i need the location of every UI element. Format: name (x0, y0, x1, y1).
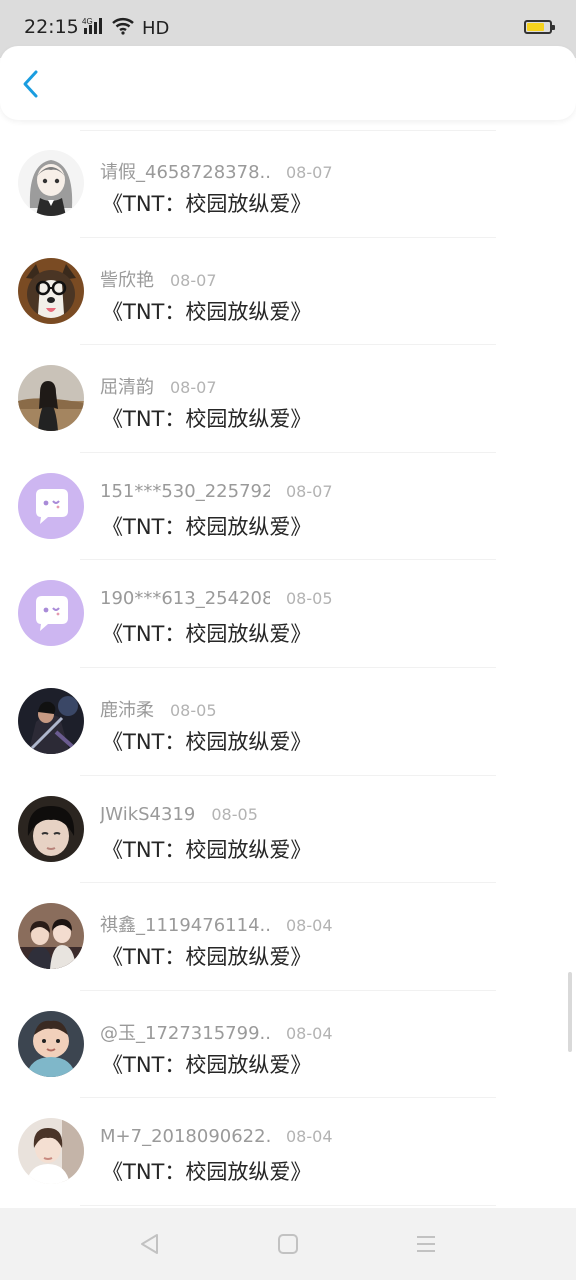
list-item[interactable]: 151***530_225792... 08-07 《TNT：校园放纵爱》 (0, 453, 576, 561)
list-item[interactable]: 訾欣艳 08-07 《TNT：校园放纵爱》 (0, 238, 576, 346)
user-name: JWikS4319 (100, 803, 196, 825)
item-date: 08-07 (286, 481, 333, 501)
nav-home-button[interactable] (274, 1230, 302, 1258)
avatar[interactable] (18, 150, 84, 216)
item-meta: @玉_1727315799... 08-04 (100, 1019, 333, 1045)
triangle-back-icon (141, 1234, 158, 1254)
book-title: 《TNT：校园放纵爱》 (102, 407, 312, 432)
square-home-icon (278, 1234, 298, 1254)
user-name: 请假_4658728378... (100, 162, 270, 183)
reader-list: 请假_4658728378... 08-07 《TNT：校园放纵爱》 訾欣艳 08-07… (0, 130, 576, 1206)
avatar[interactable] (18, 580, 84, 647)
item-date: 08-05 (211, 804, 258, 824)
network-label: 4G (82, 17, 93, 26)
navigation-bar (0, 1208, 576, 1280)
list-item[interactable]: 屈清韵 08-07 《TNT：校园放纵爱》 (0, 345, 576, 453)
list-item[interactable]: @玉_1727315799... 08-04 《TNT：校园放纵爱》 (0, 991, 576, 1099)
list-item[interactable]: 请假_4658728378... 08-07 《TNT：校园放纵爱》 (0, 130, 576, 238)
item-date: 08-04 (286, 1023, 333, 1043)
book-title: 《TNT：校园放纵爱》 (102, 622, 312, 647)
item-meta: 訾欣艳 08-07 (100, 266, 217, 292)
scrollbar[interactable] (568, 972, 572, 1052)
user-name: 151***530_225792... (100, 480, 270, 502)
battery-fill (527, 23, 544, 31)
user-name: 鹿沛柔 (100, 699, 154, 721)
avatar[interactable] (18, 795, 84, 862)
avatar[interactable] (18, 1010, 84, 1077)
status-time: 22:15 (24, 16, 79, 38)
chevron-left-icon (23, 70, 38, 98)
item-meta: 190***613_254208... 08-05 (100, 588, 333, 609)
list-item[interactable]: 190***613_254208... 08-05 《TNT：校园放纵爱》 (0, 560, 576, 668)
book-title: 《TNT：校园放纵爱》 (102, 945, 312, 970)
battery-icon (524, 20, 555, 34)
item-date: 08-05 (170, 700, 217, 720)
avatar[interactable] (18, 1118, 84, 1185)
list-item[interactable]: 鹿沛柔 08-05 《TNT：校园放纵爱》 (0, 668, 576, 776)
avatar[interactable] (18, 687, 84, 754)
back-button[interactable] (14, 64, 50, 104)
list-item[interactable]: M+7_2018090622... 08-04 《TNT：校园放纵爱》 (0, 1098, 576, 1206)
list-item[interactable]: JWikS4319 08-05 《TNT：校园放纵爱》 (0, 776, 576, 884)
item-date: 08-05 (286, 589, 333, 609)
item-date: 08-04 (286, 1127, 333, 1147)
user-name: @玉_1727315799... (100, 1022, 270, 1044)
book-title: 《TNT：校园放纵爱》 (102, 192, 312, 216)
header (0, 46, 576, 120)
avatar[interactable] (18, 903, 84, 970)
book-title: 《TNT：校园放纵爱》 (102, 514, 312, 539)
user-name: 屈清韵 (100, 377, 154, 399)
book-title: 《TNT：校园放纵爱》 (102, 729, 312, 754)
item-date: 08-07 (170, 378, 217, 398)
user-name: 祺鑫_1119476114... (100, 915, 270, 937)
hd-label: HD (142, 17, 170, 39)
book-title: 《TNT：校园放纵爱》 (102, 299, 312, 324)
list-item[interactable]: 祺鑫_1119476114... 08-04 《TNT：校园放纵爱》 (0, 883, 576, 991)
signal-icon: 4G (82, 16, 106, 40)
item-meta: 151***530_225792... 08-07 (100, 481, 333, 502)
avatar[interactable] (18, 472, 84, 539)
item-date: 08-04 (286, 916, 333, 936)
book-title: 《TNT：校园放纵爱》 (102, 1052, 312, 1077)
item-meta: 祺鑫_1119476114... 08-04 (100, 911, 333, 937)
avatar[interactable] (18, 365, 84, 432)
user-name: 訾欣艳 (100, 269, 154, 291)
nav-menu-button[interactable] (412, 1230, 440, 1258)
item-meta: M+7_2018090622... 08-04 (100, 1126, 333, 1147)
item-meta: 请假_4658728378... 08-07 (100, 158, 333, 184)
user-name: M+7_2018090622... (100, 1126, 270, 1148)
book-title: 《TNT：校园放纵爱》 (102, 1160, 312, 1185)
item-meta: JWikS4319 08-05 (100, 804, 258, 825)
wifi-icon (112, 17, 134, 39)
item-date: 08-07 (286, 163, 333, 182)
item-meta: 屈清韵 08-07 (100, 373, 217, 399)
item-meta: 鹿沛柔 08-05 (100, 696, 217, 722)
book-title: 《TNT：校园放纵爱》 (102, 837, 312, 862)
user-name: 190***613_254208... (100, 588, 270, 610)
menu-lines-icon (417, 1236, 435, 1252)
status-icons: 4G HD (82, 15, 169, 41)
item-date: 08-07 (170, 270, 217, 290)
avatar[interactable] (18, 257, 84, 324)
nav-back-button[interactable] (136, 1230, 164, 1258)
